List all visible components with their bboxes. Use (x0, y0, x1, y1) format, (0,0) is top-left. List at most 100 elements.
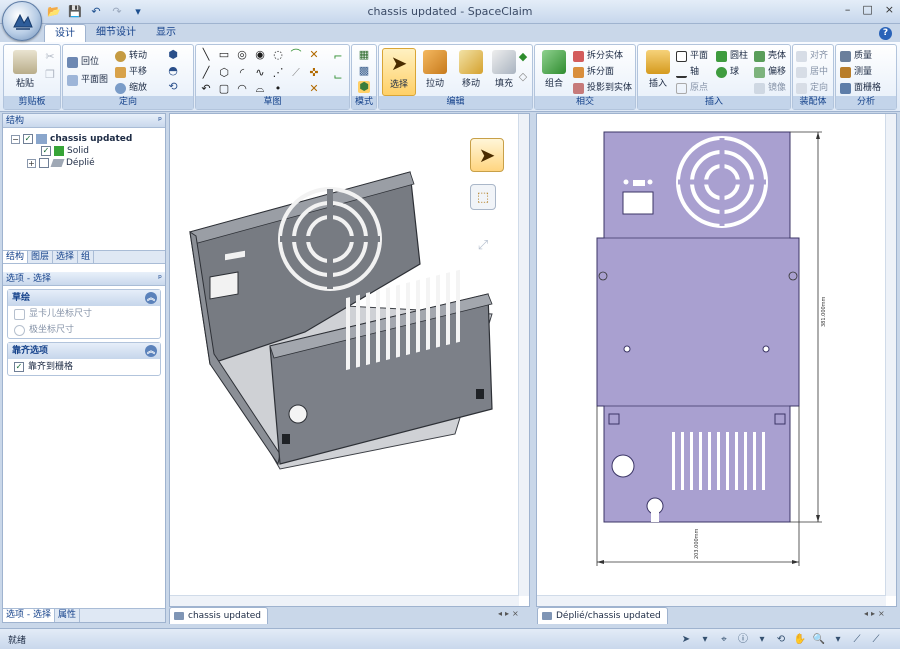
sketch-plane-icon[interactable]: ⌐ (332, 51, 344, 63)
viewport-flat-pattern[interactable]: 381.000mm 203.000mm (536, 113, 897, 607)
trim-icon[interactable]: ✕ (308, 49, 320, 61)
sketch-grid-icon[interactable]: ⌙ (332, 71, 344, 83)
pin-icon[interactable]: ᵖ (158, 114, 162, 128)
fill-tool-button[interactable]: 填充 (487, 48, 521, 96)
circle3-icon[interactable]: ◉ (254, 49, 266, 61)
mirror-button[interactable]: 镜像 (754, 81, 786, 95)
tab-selection[interactable]: 选择 (53, 251, 79, 263)
tab-design[interactable]: 设计 (44, 24, 86, 42)
offset-button[interactable]: 偏移 (754, 65, 786, 79)
measure-button[interactable]: 测量 (840, 65, 872, 79)
restore-button[interactable]: □ (862, 3, 872, 16)
corner-icon[interactable]: ✜ (308, 67, 320, 79)
cartesian-dimensions-option[interactable]: 显卡儿坐标尺寸 (8, 306, 160, 322)
tab-layers[interactable]: 图层 (28, 251, 54, 263)
pan-view-icon[interactable]: ✋ (792, 632, 808, 647)
dot-icon[interactable]: • (272, 83, 284, 95)
app-menu-button[interactable] (2, 1, 42, 41)
view-style-icon[interactable]: ◓ (167, 65, 179, 77)
help-icon[interactable]: ? (879, 27, 892, 40)
tree-node-deplie[interactable]: + Déplié (27, 158, 95, 168)
copy-icon[interactable]: ❐ (44, 69, 56, 81)
section-mode-icon[interactable]: ▩ (358, 65, 370, 77)
rounded-rect-icon[interactable]: ▢ (218, 83, 230, 95)
combine-button[interactable]: 组合 (537, 48, 571, 96)
tab-groups[interactable]: 组 (78, 251, 95, 263)
split-curve-icon[interactable]: ✕ (308, 83, 320, 95)
plane-button[interactable]: 平面 (676, 49, 708, 63)
mass-button[interactable]: 质量 (840, 49, 872, 63)
view-cube-icon[interactable]: ⬢ (167, 49, 179, 61)
collapse-section-icon[interactable]: ︽ (145, 292, 157, 304)
insert-button[interactable]: 插入 (641, 48, 675, 96)
tab-display[interactable]: 显示 (146, 24, 186, 42)
graph-icon[interactable]: ⟋ (849, 632, 865, 647)
polygon-icon[interactable]: ⬡ (218, 67, 230, 79)
tree-node-chassis[interactable]: − ✓ chassis updated (11, 134, 132, 144)
horizontal-scrollbar[interactable] (170, 595, 519, 606)
replace-icon[interactable]: ◇ (517, 71, 529, 83)
visibility-checkbox[interactable] (39, 158, 49, 168)
snap-options-header[interactable]: 靠齐选项 ︽ (8, 343, 160, 359)
viewport-select-tool[interactable]: ➤ (470, 138, 504, 172)
3d-mode-icon[interactable]: ⬢ (358, 81, 370, 93)
circle-icon[interactable]: ◎ (236, 49, 248, 61)
zoom-view-icon[interactable]: 🔍 (811, 632, 827, 647)
point-icon[interactable]: ⋰ (272, 67, 284, 79)
minimize-button[interactable]: – (845, 3, 851, 16)
sphere-button[interactable]: 球 (716, 65, 739, 79)
face-grid-button[interactable]: 面栅格 (840, 81, 881, 95)
paste-button[interactable]: 粘贴 (8, 48, 42, 96)
snap-view-icon[interactable]: ⟋ (868, 632, 884, 647)
visibility-checkbox[interactable]: ✓ (23, 134, 33, 144)
info-icon[interactable]: ⓘ (735, 632, 751, 647)
axis-button[interactable]: 轴 (676, 65, 699, 79)
vertical-scrollbar[interactable] (885, 114, 896, 596)
offset-curve-icon[interactable]: ⌒ (290, 49, 302, 61)
viewport-zoom-tool[interactable]: ⬚ (470, 184, 496, 210)
bend-icon[interactable]: ⟋ (290, 67, 302, 79)
viewport-3d[interactable]: ➤ ⬚ ⤢ (169, 113, 530, 607)
selection-filter-icon[interactable]: ▾ (697, 632, 713, 647)
visibility-checkbox[interactable]: ✓ (41, 146, 51, 156)
collapse-section-icon[interactable]: ︽ (145, 345, 157, 357)
origin-button[interactable]: 原点 (676, 81, 708, 95)
tab-structure[interactable]: 结构 (3, 251, 29, 263)
polar-dimensions-option[interactable]: 极坐标尺寸 (8, 322, 160, 338)
spin-button[interactable]: 转动 (115, 49, 147, 63)
move-tool-button[interactable]: 移动 (454, 48, 488, 96)
doc-tab-chassis[interactable]: chassis updated (169, 607, 269, 624)
center-button[interactable]: 居中 (796, 65, 828, 79)
viewport-dimension-tool[interactable]: ⤢ (470, 232, 496, 258)
split-face-button[interactable]: 拆分面 (573, 65, 614, 79)
doc-tab-deplie[interactable]: Déplié/chassis updated (537, 607, 668, 624)
cylinder-button[interactable]: 圆柱 (716, 49, 748, 63)
arc-tangent-icon[interactable]: ↶ (200, 83, 212, 95)
line-icon[interactable]: ╲ (200, 49, 212, 61)
view-rotate-icon[interactable]: ⟲ (167, 81, 179, 93)
plan-view-button[interactable]: 平面图 (67, 73, 108, 87)
pin-icon[interactable]: ᵖ (158, 272, 162, 286)
snap-to-grid-checkbox[interactable]: ✓ (14, 362, 24, 372)
spline-icon[interactable]: ∿ (254, 67, 266, 79)
arc-center-icon[interactable]: ◠ (236, 83, 248, 95)
cut-icon[interactable]: ✂ (44, 51, 56, 63)
tab-navigation[interactable]: ◂▸× (498, 609, 522, 618)
ellipse-icon[interactable]: ◌ (272, 49, 284, 61)
close-button[interactable]: × (885, 3, 894, 16)
tab-options-select[interactable]: 选项 - 选择 (3, 609, 55, 622)
pull-tool-button[interactable]: 拉动 (418, 48, 452, 96)
select-tool-button[interactable]: ➤ 选择 (382, 48, 416, 96)
orient-button[interactable]: 定向 (796, 81, 828, 95)
select-mode-icon[interactable]: ➤ (678, 632, 694, 647)
tab-navigation[interactable]: ◂▸× (864, 609, 888, 618)
tab-detail[interactable]: 细节设计 (86, 24, 146, 42)
rectangle-icon[interactable]: ▭ (218, 49, 230, 61)
blend-icon[interactable]: ◆ (517, 51, 529, 63)
split-solid-button[interactable]: 拆分实体 (573, 49, 623, 63)
locate-icon[interactable]: ⌖ (716, 632, 732, 647)
tree-node-solid[interactable]: ✓ Solid (41, 146, 89, 156)
horizontal-scrollbar[interactable] (537, 595, 886, 606)
shell-button[interactable]: 壳体 (754, 49, 786, 63)
zoom-menu-icon[interactable]: ▾ (830, 632, 846, 647)
